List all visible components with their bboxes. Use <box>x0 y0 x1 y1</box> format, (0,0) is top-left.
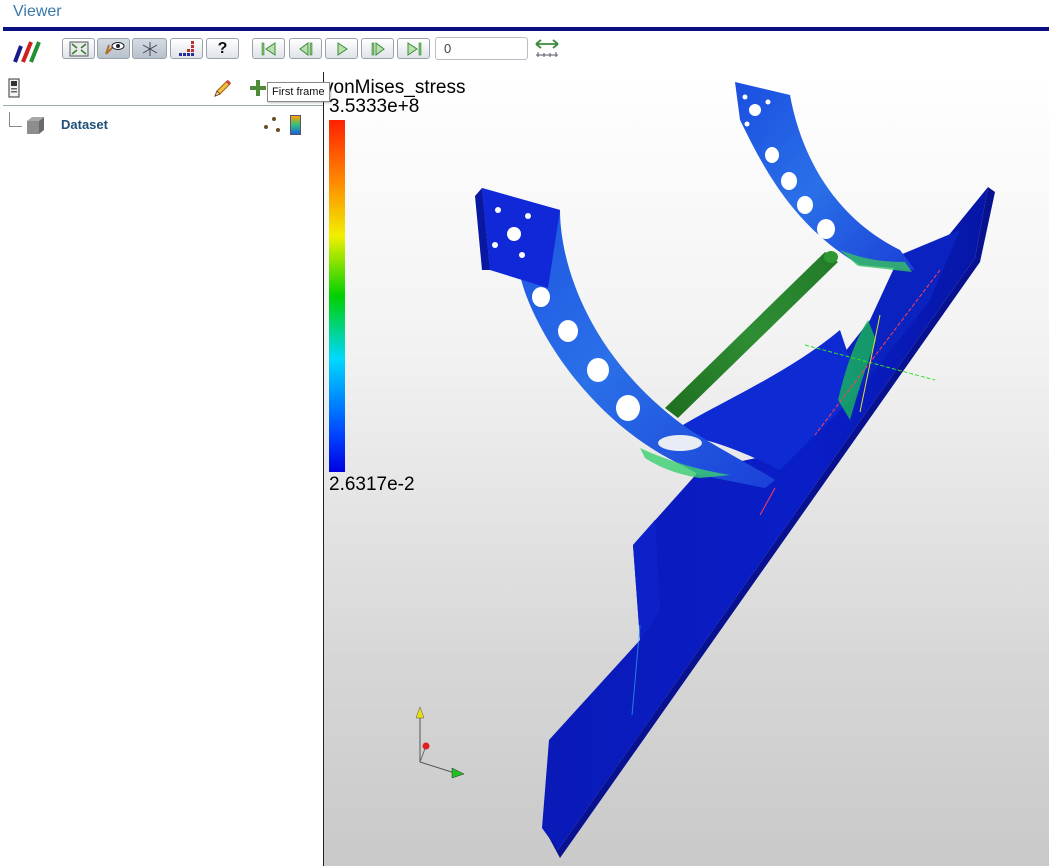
title-bar: Viewer <box>0 0 1049 31</box>
cube-icon <box>24 115 46 140</box>
pipeline-panel: Dataset <box>0 72 323 866</box>
title-divider <box>3 27 1049 31</box>
legend-max-value: 3.5333e+8 <box>329 96 420 117</box>
eye-icon <box>104 41 124 55</box>
reset-view-button[interactable] <box>62 38 95 59</box>
color-legend-toggle-icon[interactable] <box>290 115 301 135</box>
fit-view-icon <box>69 41 88 56</box>
orientation-axes-icon <box>408 702 468 787</box>
tooltip: First frame <box>267 82 330 102</box>
scale-arrows-icon[interactable] <box>534 37 560 64</box>
colormap-button[interactable] <box>170 38 203 59</box>
next-frame-icon <box>371 41 385 56</box>
next-frame-button[interactable] <box>361 38 394 59</box>
toolbar: ? <box>0 34 1049 66</box>
app-logo-icon <box>13 38 43 69</box>
panel-menu-icon[interactable] <box>8 78 20 103</box>
points-representation-icon[interactable] <box>262 116 282 141</box>
play-icon <box>337 41 348 56</box>
axes-icon <box>142 41 157 56</box>
tree-connector <box>9 112 22 127</box>
tree-item-label: Dataset <box>61 117 108 132</box>
window-title: Viewer <box>13 3 62 20</box>
frame-number-input[interactable] <box>435 37 528 60</box>
add-plus-icon[interactable] <box>248 78 268 103</box>
right-arch <box>735 82 915 270</box>
help-icon: ? <box>217 39 228 57</box>
previous-frame-icon <box>298 41 312 56</box>
colormap-icon <box>178 40 194 56</box>
visibility-button[interactable] <box>97 38 130 59</box>
last-frame-icon <box>407 41 421 56</box>
help-button[interactable]: ? <box>206 38 239 59</box>
play-button[interactable] <box>325 38 358 59</box>
first-frame-button[interactable] <box>252 38 285 59</box>
legend-min-value: 2.6317e-2 <box>329 474 415 495</box>
last-frame-button[interactable] <box>397 38 430 59</box>
render-viewport[interactable]: vonMises_stress 3.5333e+8 2.6317e-2 <box>324 72 1049 866</box>
previous-frame-button[interactable] <box>289 38 322 59</box>
tree-item-dataset[interactable]: Dataset <box>0 112 320 138</box>
first-frame-icon <box>261 41 275 56</box>
edit-pencil-icon[interactable] <box>211 78 233 105</box>
color-legend-bar <box>329 120 345 472</box>
axes-button[interactable] <box>132 38 167 59</box>
